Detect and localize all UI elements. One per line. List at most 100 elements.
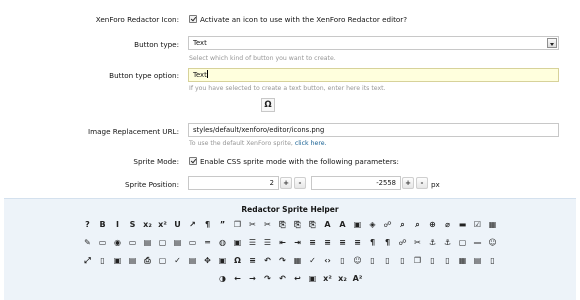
spellcheck-icon[interactable]: ✓ xyxy=(172,255,183,266)
form-button-icon[interactable]: ▭ xyxy=(97,237,108,248)
anchor-icon[interactable]: ⚓ xyxy=(427,237,438,248)
paragraph-icon[interactable]: ¶ xyxy=(202,219,213,230)
globe-icon[interactable]: ◍ xyxy=(217,237,228,248)
spellcheck-alt-icon[interactable]: ✓ xyxy=(307,255,318,266)
grid-icon[interactable]: ▦ xyxy=(457,255,468,266)
redo-alt-icon[interactable]: ↷ xyxy=(262,273,273,284)
undo-icon[interactable]: ↶ xyxy=(262,255,273,266)
align-left-icon[interactable]: ≡ xyxy=(307,237,318,248)
help-icon[interactable]: ? xyxy=(82,219,93,230)
cut-alt-icon[interactable]: ✂ xyxy=(262,219,273,230)
page-edit-icon[interactable]: ▯ xyxy=(427,255,438,266)
page-copy-icon[interactable]: ❐ xyxy=(412,255,423,266)
page-alt-icon[interactable]: ▯ xyxy=(487,255,498,266)
superscript-icon[interactable]: x² xyxy=(157,219,168,230)
text-color-icon[interactable]: A xyxy=(322,219,333,230)
zoom-icon[interactable]: ⊕ xyxy=(427,219,438,230)
list-box-icon[interactable]: ▤ xyxy=(172,237,183,248)
find-icon[interactable]: ⌕ xyxy=(397,219,408,230)
redo-icon[interactable]: ↷ xyxy=(277,255,288,266)
redactor-icon-checkbox-label[interactable]: Activate an icon to use with the XenForo… xyxy=(200,15,407,24)
paste-word-icon[interactable]: ⎘ xyxy=(307,219,318,230)
sprite-mode-checkbox[interactable] xyxy=(189,157,197,165)
preview-icon[interactable]: ▢ xyxy=(157,255,168,266)
show-blocks-icon[interactable]: ↗ xyxy=(187,219,198,230)
hidden-field-icon[interactable]: ▢ xyxy=(157,237,168,248)
maximize-icon[interactable]: ⤢ xyxy=(82,255,93,266)
block-icon[interactable]: ▬ xyxy=(457,219,468,230)
sprite-position-x-input[interactable]: 2 xyxy=(188,176,279,190)
image-url-input[interactable]: styles/default/xenforo/editor/icons.png xyxy=(188,123,559,137)
select-all-icon[interactable]: ▣ xyxy=(217,255,228,266)
back-icon[interactable]: ← xyxy=(232,273,243,284)
horizontal-rule-icon[interactable]: — xyxy=(472,237,483,248)
ltr-icon[interactable]: ¶ xyxy=(367,237,378,248)
paste-text-icon[interactable]: ⎘ xyxy=(292,219,303,230)
flash-icon[interactable]: ◈ xyxy=(367,219,378,230)
cut-icon[interactable]: ✂ xyxy=(247,219,258,230)
page-list-icon[interactable]: ▤ xyxy=(472,255,483,266)
font-size-icon[interactable]: A² xyxy=(352,273,363,284)
page-zoom-icon[interactable]: ▯ xyxy=(442,255,453,266)
iframe-icon[interactable]: ▢ xyxy=(457,237,468,248)
reply-icon[interactable]: ↩ xyxy=(292,273,303,284)
sprite-x-plus-button[interactable]: + xyxy=(280,177,292,189)
undo-alt-icon[interactable]: ↶ xyxy=(277,273,288,284)
superscript-alt-icon[interactable]: x² xyxy=(322,273,333,284)
click-here-link[interactable]: click here. xyxy=(295,140,327,147)
rtl-icon[interactable]: ¶ xyxy=(382,237,393,248)
quote-icon[interactable]: ” xyxy=(217,219,228,230)
sprite-y-minus-button[interactable]: - xyxy=(416,177,428,189)
table-icon[interactable]: ▦ xyxy=(487,219,498,230)
sprite-mode-checkbox-label[interactable]: Enable CSS sprite mode with the followin… xyxy=(200,157,399,166)
templates-icon[interactable]: ▤ xyxy=(187,255,198,266)
smiley-alt-icon[interactable]: ☺ xyxy=(352,255,363,266)
page-icon[interactable]: ▯ xyxy=(367,255,378,266)
radio-icon[interactable]: ◉ xyxy=(112,237,123,248)
sprite-position-y-input[interactable]: -2558 xyxy=(311,176,401,190)
chevron-down-icon[interactable] xyxy=(547,38,557,48)
div-icon[interactable]: ▭ xyxy=(187,237,198,248)
code-icon[interactable]: ‹› xyxy=(322,255,333,266)
unlink-icon[interactable]: ✂ xyxy=(412,237,423,248)
gallery-icon[interactable]: ▣ xyxy=(307,273,318,284)
source-icon[interactable]: ≡ xyxy=(247,255,258,266)
special-char-icon[interactable]: Ω xyxy=(232,255,243,266)
drag-icon[interactable]: ✥ xyxy=(202,255,213,266)
unordered-list-icon[interactable]: ☰ xyxy=(262,237,273,248)
subscript-alt-icon[interactable]: x₂ xyxy=(337,273,348,284)
smiley-icon[interactable]: ☺ xyxy=(487,237,498,248)
outdent-icon[interactable]: ⇤ xyxy=(277,237,288,248)
ordered-list-icon[interactable]: ☰ xyxy=(247,237,258,248)
textarea-icon[interactable]: ▤ xyxy=(142,237,153,248)
indent-icon[interactable]: ⇥ xyxy=(292,237,303,248)
italic-icon[interactable]: I xyxy=(112,219,123,230)
new-page-icon[interactable]: ▯ xyxy=(97,255,108,266)
anchor-remove-icon[interactable]: ⚓ xyxy=(442,237,453,248)
text-field-icon[interactable]: ▭ xyxy=(127,237,138,248)
copy-icon[interactable]: ❐ xyxy=(232,219,243,230)
page-add-icon[interactable]: ▯ xyxy=(382,255,393,266)
align-right-icon[interactable]: ≡ xyxy=(337,237,348,248)
paste-icon[interactable]: ⎘ xyxy=(277,219,288,230)
save-icon[interactable]: ▣ xyxy=(112,255,123,266)
underline-icon[interactable]: U xyxy=(172,219,183,230)
subscript-icon[interactable]: x₂ xyxy=(142,219,153,230)
find-replace-icon[interactable]: ⌕ xyxy=(412,219,423,230)
page-delete-icon[interactable]: ▯ xyxy=(397,255,408,266)
button-type-option-input[interactable]: Text xyxy=(188,68,559,82)
bold-icon[interactable]: B xyxy=(97,219,108,230)
strikethrough-icon[interactable]: S xyxy=(127,219,138,230)
pie-chart-icon[interactable]: ◑ xyxy=(217,273,228,284)
image-edit-icon[interactable]: ▣ xyxy=(232,237,243,248)
page-break-icon[interactable]: ═ xyxy=(202,237,213,248)
link-edit-icon[interactable]: ☍ xyxy=(397,237,408,248)
checkbox-icon[interactable]: ☑ xyxy=(472,219,483,230)
button-type-select[interactable]: Text xyxy=(188,36,559,50)
background-color-icon[interactable]: A xyxy=(337,219,348,230)
redactor-icon-checkbox[interactable] xyxy=(189,15,197,23)
document-icon[interactable]: ▯ xyxy=(337,255,348,266)
align-center-icon[interactable]: ≡ xyxy=(322,237,333,248)
image-icon[interactable]: ▣ xyxy=(352,219,363,230)
omega-icon[interactable]: Ω xyxy=(261,98,275,112)
